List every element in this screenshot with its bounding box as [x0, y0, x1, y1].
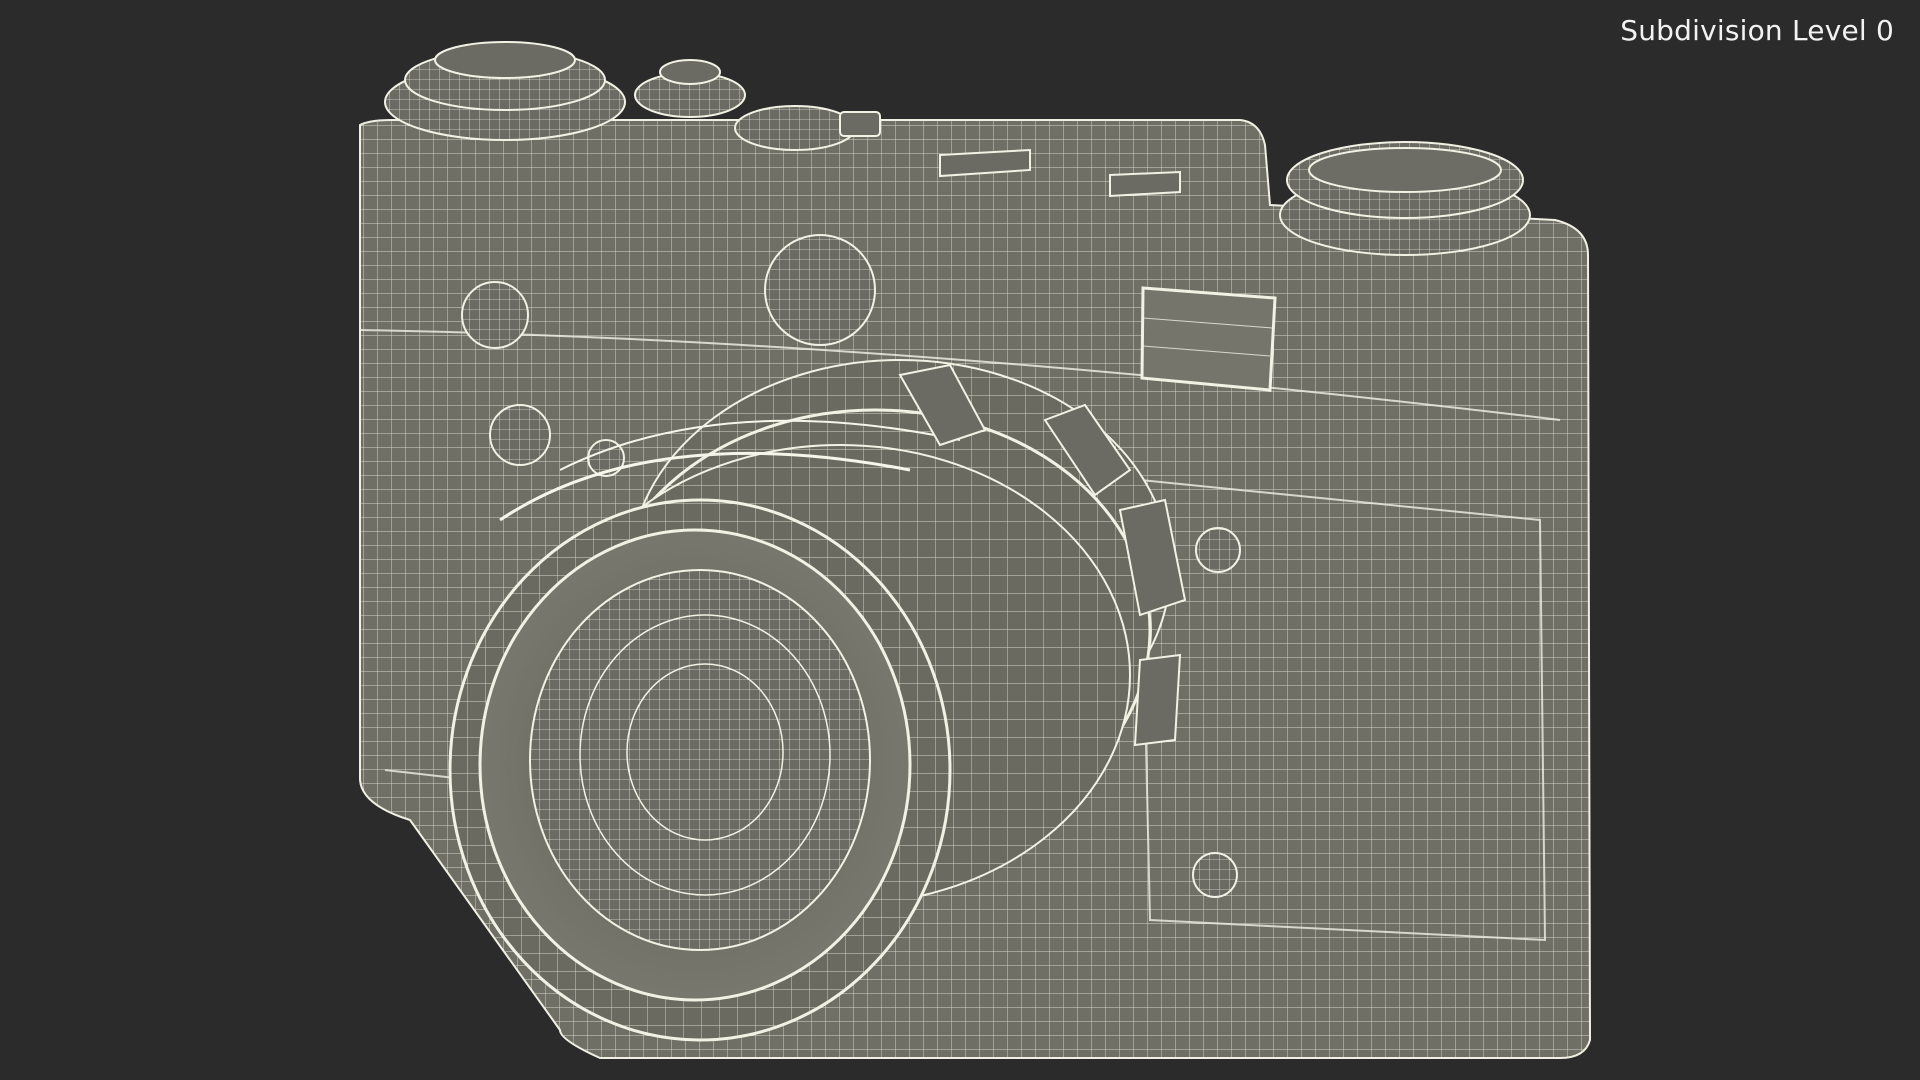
viewfinder-window-icon [1140, 286, 1277, 392]
shutter-dial-icon[interactable] [1279, 141, 1531, 256]
viewport[interactable]: Subdivision Level 0 [0, 0, 1920, 1080]
wireframe-render[interactable] [0, 0, 1920, 1080]
rewind-knob-icon[interactable] [384, 41, 626, 141]
subdivision-level-label: Subdivision Level 0 [1620, 14, 1894, 47]
